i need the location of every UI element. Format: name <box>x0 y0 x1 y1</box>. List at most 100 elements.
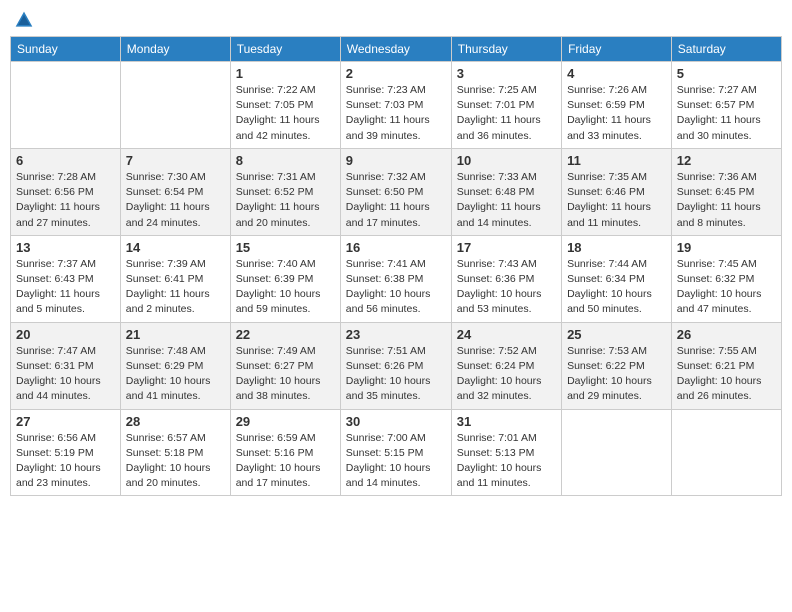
day-info: Sunrise: 7:25 AM Sunset: 7:01 PM Dayligh… <box>457 83 556 144</box>
day-number: 21 <box>126 327 225 342</box>
week-row-1: 1Sunrise: 7:22 AM Sunset: 7:05 PM Daylig… <box>11 62 782 149</box>
week-row-2: 6 Sunrise: 7:28 AM Sunset: 6:56 PM Daylig… <box>11 148 782 235</box>
day-cell: 13 Sunrise: 7:37 AM Sunset: 6:43 PM Dayli… <box>11 235 121 322</box>
week-row-4: 20 Sunrise: 7:47 AM Sunset: 6:31 PM Dayli… <box>11 322 782 409</box>
day-info: Sunrise: 7:41 AM Sunset: 6:38 PM Dayligh… <box>346 257 446 318</box>
day-number: 19 <box>677 240 776 255</box>
day-cell: 14 Sunrise: 7:39 AM Sunset: 6:41 PM Dayli… <box>120 235 230 322</box>
day-cell: 16 Sunrise: 7:41 AM Sunset: 6:38 PM Dayli… <box>340 235 451 322</box>
day-number: 25 <box>567 327 666 342</box>
day-info: Sunrise: 7:47 AM Sunset: 6:31 PM Dayligh… <box>16 344 115 405</box>
day-info: Sunrise: 7:53 AM Sunset: 6:22 PM Dayligh… <box>567 344 666 405</box>
col-header-saturday: Saturday <box>671 37 781 62</box>
day-number: 11 <box>567 153 666 168</box>
day-cell: 17Sunrise: 7:43 AM Sunset: 6:36 PM Dayli… <box>451 235 561 322</box>
day-info: Sunrise: 7:48 AM Sunset: 6:29 PM Dayligh… <box>126 344 225 405</box>
day-info: Sunrise: 7:28 AM Sunset: 6:56 PM Dayligh… <box>16 170 115 231</box>
day-number: 2 <box>346 66 446 81</box>
day-cell <box>11 62 121 149</box>
day-number: 31 <box>457 414 556 429</box>
col-header-wednesday: Wednesday <box>340 37 451 62</box>
day-cell: 21 Sunrise: 7:48 AM Sunset: 6:29 PM Dayli… <box>120 322 230 409</box>
day-number: 7 <box>126 153 225 168</box>
day-number: 10 <box>457 153 556 168</box>
day-cell: 2 Sunrise: 7:23 AM Sunset: 7:03 PM Daylig… <box>340 62 451 149</box>
page-header <box>10 10 782 30</box>
day-number: 3 <box>457 66 556 81</box>
day-info: Sunrise: 7:31 AM Sunset: 6:52 PM Dayligh… <box>236 170 335 231</box>
day-info: Sunrise: 7:23 AM Sunset: 7:03 PM Dayligh… <box>346 83 446 144</box>
day-number: 9 <box>346 153 446 168</box>
header-row: SundayMondayTuesdayWednesdayThursdayFrid… <box>11 37 782 62</box>
day-info: Sunrise: 7:32 AM Sunset: 6:50 PM Dayligh… <box>346 170 446 231</box>
day-cell <box>671 409 781 496</box>
col-header-sunday: Sunday <box>11 37 121 62</box>
day-cell <box>120 62 230 149</box>
day-cell: 28 Sunrise: 6:57 AM Sunset: 5:18 PM Dayli… <box>120 409 230 496</box>
day-number: 28 <box>126 414 225 429</box>
day-cell: 29Sunrise: 6:59 AM Sunset: 5:16 PM Dayli… <box>230 409 340 496</box>
day-number: 5 <box>677 66 776 81</box>
day-info: Sunrise: 7:33 AM Sunset: 6:48 PM Dayligh… <box>457 170 556 231</box>
day-number: 8 <box>236 153 335 168</box>
day-cell: 8 Sunrise: 7:31 AM Sunset: 6:52 PM Daylig… <box>230 148 340 235</box>
day-info: Sunrise: 7:36 AM Sunset: 6:45 PM Dayligh… <box>677 170 776 231</box>
logo-icon <box>14 10 34 30</box>
day-number: 15 <box>236 240 335 255</box>
day-info: Sunrise: 6:56 AM Sunset: 5:19 PM Dayligh… <box>16 431 115 492</box>
day-number: 1 <box>236 66 335 81</box>
day-info: Sunrise: 7:26 AM Sunset: 6:59 PM Dayligh… <box>567 83 666 144</box>
day-cell: 23 Sunrise: 7:51 AM Sunset: 6:26 PM Dayli… <box>340 322 451 409</box>
day-info: Sunrise: 7:52 AM Sunset: 6:24 PM Dayligh… <box>457 344 556 405</box>
logo <box>14 10 36 30</box>
day-number: 30 <box>346 414 446 429</box>
day-number: 27 <box>16 414 115 429</box>
day-number: 23 <box>346 327 446 342</box>
day-number: 6 <box>16 153 115 168</box>
col-header-thursday: Thursday <box>451 37 561 62</box>
day-number: 20 <box>16 327 115 342</box>
day-info: Sunrise: 7:51 AM Sunset: 6:26 PM Dayligh… <box>346 344 446 405</box>
day-number: 12 <box>677 153 776 168</box>
week-row-5: 27 Sunrise: 6:56 AM Sunset: 5:19 PM Dayli… <box>11 409 782 496</box>
day-info: Sunrise: 6:57 AM Sunset: 5:18 PM Dayligh… <box>126 431 225 492</box>
day-number: 18 <box>567 240 666 255</box>
day-cell: 19 Sunrise: 7:45 AM Sunset: 6:32 PM Dayli… <box>671 235 781 322</box>
day-number: 29 <box>236 414 335 429</box>
day-cell: 27 Sunrise: 6:56 AM Sunset: 5:19 PM Dayli… <box>11 409 121 496</box>
day-cell <box>562 409 672 496</box>
day-number: 13 <box>16 240 115 255</box>
day-number: 14 <box>126 240 225 255</box>
day-cell: 15Sunrise: 7:40 AM Sunset: 6:39 PM Dayli… <box>230 235 340 322</box>
day-cell: 6 Sunrise: 7:28 AM Sunset: 6:56 PM Daylig… <box>11 148 121 235</box>
col-header-monday: Monday <box>120 37 230 62</box>
day-cell: 24 Sunrise: 7:52 AM Sunset: 6:24 PM Dayli… <box>451 322 561 409</box>
day-info: Sunrise: 7:55 AM Sunset: 6:21 PM Dayligh… <box>677 344 776 405</box>
day-number: 24 <box>457 327 556 342</box>
day-cell: 25 Sunrise: 7:53 AM Sunset: 6:22 PM Dayli… <box>562 322 672 409</box>
calendar-table: SundayMondayTuesdayWednesdayThursdayFrid… <box>10 36 782 496</box>
day-cell: 30 Sunrise: 7:00 AM Sunset: 5:15 PM Dayli… <box>340 409 451 496</box>
day-number: 22 <box>236 327 335 342</box>
day-cell: 9 Sunrise: 7:32 AM Sunset: 6:50 PM Daylig… <box>340 148 451 235</box>
col-header-tuesday: Tuesday <box>230 37 340 62</box>
day-cell: 4Sunrise: 7:26 AM Sunset: 6:59 PM Daylig… <box>562 62 672 149</box>
day-number: 16 <box>346 240 446 255</box>
day-number: 26 <box>677 327 776 342</box>
week-row-3: 13 Sunrise: 7:37 AM Sunset: 6:43 PM Dayli… <box>11 235 782 322</box>
col-header-friday: Friday <box>562 37 672 62</box>
day-info: Sunrise: 7:01 AM Sunset: 5:13 PM Dayligh… <box>457 431 556 492</box>
day-cell: 31 Sunrise: 7:01 AM Sunset: 5:13 PM Dayli… <box>451 409 561 496</box>
day-cell: 1Sunrise: 7:22 AM Sunset: 7:05 PM Daylig… <box>230 62 340 149</box>
day-cell: 5Sunrise: 7:27 AM Sunset: 6:57 PM Daylig… <box>671 62 781 149</box>
day-cell: 26 Sunrise: 7:55 AM Sunset: 6:21 PM Dayli… <box>671 322 781 409</box>
day-cell: 3 Sunrise: 7:25 AM Sunset: 7:01 PM Daylig… <box>451 62 561 149</box>
day-cell: 7Sunrise: 7:30 AM Sunset: 6:54 PM Daylig… <box>120 148 230 235</box>
day-info: Sunrise: 7:49 AM Sunset: 6:27 PM Dayligh… <box>236 344 335 405</box>
day-info: Sunrise: 7:39 AM Sunset: 6:41 PM Dayligh… <box>126 257 225 318</box>
day-info: Sunrise: 7:45 AM Sunset: 6:32 PM Dayligh… <box>677 257 776 318</box>
day-info: Sunrise: 7:35 AM Sunset: 6:46 PM Dayligh… <box>567 170 666 231</box>
day-cell: 22 Sunrise: 7:49 AM Sunset: 6:27 PM Dayli… <box>230 322 340 409</box>
day-info: Sunrise: 7:00 AM Sunset: 5:15 PM Dayligh… <box>346 431 446 492</box>
day-info: Sunrise: 7:37 AM Sunset: 6:43 PM Dayligh… <box>16 257 115 318</box>
